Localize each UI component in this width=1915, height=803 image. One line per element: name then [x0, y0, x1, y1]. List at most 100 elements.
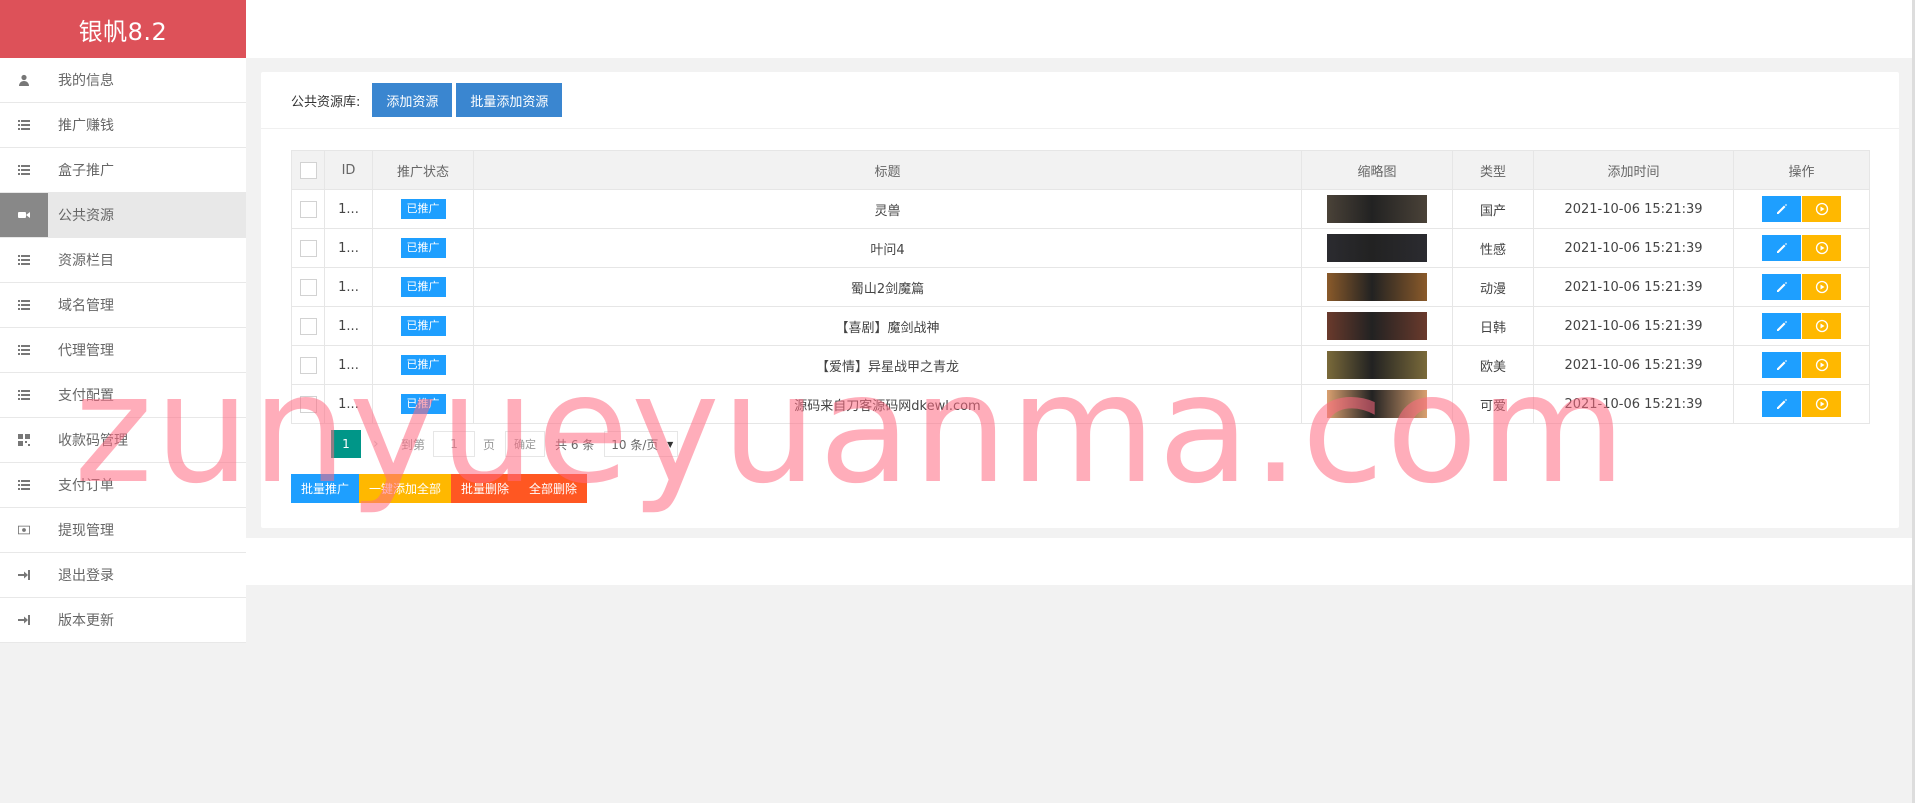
- edit-button[interactable]: [1762, 235, 1801, 261]
- add-all-button[interactable]: 一键添加全部: [359, 474, 452, 503]
- add-resource-button[interactable]: 添加资源: [372, 83, 453, 117]
- play-button[interactable]: [1802, 274, 1841, 300]
- resource-table: ID 推广状态 标题 缩略图 类型 添加时间 操作 1... 已推广 灵兽 国产 202…: [291, 150, 1870, 424]
- row-title: 【喜剧】魔剑战神: [473, 306, 1302, 346]
- video-camera-icon: [0, 193, 48, 237]
- thumbnail-image: [1327, 195, 1427, 223]
- sidebar-item-10[interactable]: 提现管理: [0, 508, 246, 553]
- pager-page-unit: 页: [483, 437, 496, 452]
- row-time: 2021-10-06 15:21:39: [1533, 306, 1734, 346]
- sidebar-item-label: 资源栏目: [58, 253, 114, 269]
- thumbnail-image: [1327, 390, 1427, 418]
- sidebar-item-9[interactable]: 支付订单: [0, 463, 246, 508]
- row-status-cell: 已推广: [372, 384, 474, 424]
- row-type: 欧美: [1452, 345, 1534, 385]
- edit-button[interactable]: [1762, 313, 1801, 339]
- sidebar-item-5[interactable]: 域名管理: [0, 283, 246, 328]
- sidebar-item-8[interactable]: 收款码管理: [0, 418, 246, 463]
- row-title: 【爱情】异星战甲之青龙: [473, 345, 1302, 385]
- sidebar-item-11[interactable]: 退出登录: [0, 553, 246, 598]
- row-status-cell: 已推广: [372, 306, 474, 346]
- sidebar-item-4[interactable]: 资源栏目: [0, 238, 246, 283]
- pager-page-input[interactable]: [433, 431, 476, 457]
- status-badge: 已推广: [400, 199, 446, 219]
- row-time: 2021-10-06 15:21:39: [1533, 189, 1734, 229]
- play-button[interactable]: [1802, 352, 1841, 378]
- qrcode-icon: [0, 418, 48, 462]
- row-actions-cell: [1733, 306, 1870, 346]
- top-bar: [246, 0, 1915, 58]
- play-button[interactable]: [1802, 313, 1841, 339]
- row-checkbox[interactable]: [299, 395, 317, 413]
- sidebar-item-label: 公共资源: [58, 208, 114, 224]
- list-icon: [0, 328, 48, 372]
- sidebar-item-0[interactable]: 我的信息: [0, 58, 246, 103]
- column-header-thumbnail: 缩略图: [1301, 150, 1453, 190]
- select-all-cell: [291, 150, 325, 190]
- pager-current-page[interactable]: 1: [331, 430, 361, 458]
- edit-button[interactable]: [1762, 391, 1801, 417]
- batch-promote-button[interactable]: 批量推广: [291, 474, 360, 503]
- select-all-checkbox[interactable]: [299, 161, 317, 179]
- row-time: 2021-10-06 15:21:39: [1533, 345, 1734, 385]
- row-checkbox[interactable]: [299, 200, 317, 218]
- sidebar-item-6[interactable]: 代理管理: [0, 328, 246, 373]
- sidebar-item-label: 推广赚钱: [58, 118, 114, 134]
- table-row: 1... 已推广 蜀山2剑魔篇 动漫 2021-10-06 15:21:39: [291, 267, 1870, 307]
- sidebar-item-label: 提现管理: [58, 523, 114, 539]
- pager-next-icon[interactable]: ›: [373, 436, 391, 452]
- play-button[interactable]: [1802, 391, 1841, 417]
- sidebar-item-label: 支付配置: [58, 388, 114, 404]
- status-badge: 已推广: [400, 277, 446, 297]
- play-button[interactable]: [1802, 235, 1841, 261]
- sidebar-item-label: 代理管理: [58, 343, 114, 359]
- sidebar: 银帆8.2 我的信息 推广赚钱 盒子推广 公共资源 资源栏目 域名管理 代理管理 支付配置 收款…: [0, 0, 246, 643]
- row-actions-cell: [1733, 189, 1870, 229]
- user-icon: [0, 58, 48, 102]
- edit-button[interactable]: [1762, 196, 1801, 222]
- edit-button[interactable]: [1762, 352, 1801, 378]
- play-circle-icon: [1815, 397, 1828, 411]
- row-id: 1...: [324, 228, 373, 268]
- chevron-down-icon: ▼: [667, 439, 674, 449]
- row-actions-cell: [1733, 345, 1870, 385]
- row-checkbox[interactable]: [299, 317, 317, 335]
- batch-delete-button[interactable]: 批量删除: [451, 474, 520, 503]
- sidebar-item-7[interactable]: 支付配置: [0, 373, 246, 418]
- column-header-title: 标题: [473, 150, 1302, 190]
- row-title: 蜀山2剑魔篇: [473, 267, 1302, 307]
- batch-add-resource-button[interactable]: 批量添加资源: [456, 83, 563, 117]
- sidebar-nav: 我的信息推广赚钱盒子推广公共资源资源栏目域名管理代理管理支付配置收款码管理 支付订…: [0, 58, 246, 643]
- sidebar-item-1[interactable]: 推广赚钱: [0, 103, 246, 148]
- sidebar-item-12[interactable]: 版本更新: [0, 598, 246, 643]
- row-checkbox[interactable]: [299, 356, 317, 374]
- row-type: 可爱: [1452, 384, 1534, 424]
- row-select-cell: [291, 345, 325, 385]
- row-time: 2021-10-06 15:21:39: [1533, 384, 1734, 424]
- row-id: 1...: [324, 345, 373, 385]
- column-header-id: ID: [324, 150, 373, 190]
- play-button[interactable]: [1802, 196, 1841, 222]
- sidebar-item-3[interactable]: 公共资源: [0, 193, 246, 238]
- pager-page-size-value: 10 条/页: [611, 437, 659, 452]
- edit-button[interactable]: [1762, 274, 1801, 300]
- sidebar-item-label: 我的信息: [58, 73, 114, 89]
- row-thumbnail-cell: [1301, 189, 1453, 229]
- row-thumbnail-cell: [1301, 384, 1453, 424]
- sidebar-item-2[interactable]: 盒子推广: [0, 148, 246, 193]
- status-badge: 已推广: [400, 316, 446, 336]
- row-title: 源码来自刀客源码网dkewl.com: [473, 384, 1302, 424]
- pager-confirm-button[interactable]: 确定: [505, 431, 546, 457]
- row-id: 1...: [324, 189, 373, 229]
- row-id: 1...: [324, 384, 373, 424]
- column-header-type: 类型: [1452, 150, 1534, 190]
- row-title: 灵兽: [473, 189, 1302, 229]
- row-actions-cell: [1733, 384, 1870, 424]
- pager-page-size-select[interactable]: 10 条/页 ▼: [604, 431, 679, 457]
- play-circle-icon: [1815, 358, 1828, 372]
- row-type: 日韩: [1452, 306, 1534, 346]
- row-checkbox[interactable]: [299, 239, 317, 257]
- row-checkbox[interactable]: [299, 278, 317, 296]
- pencil-icon: [1776, 321, 1787, 331]
- delete-all-button[interactable]: 全部删除: [519, 474, 588, 503]
